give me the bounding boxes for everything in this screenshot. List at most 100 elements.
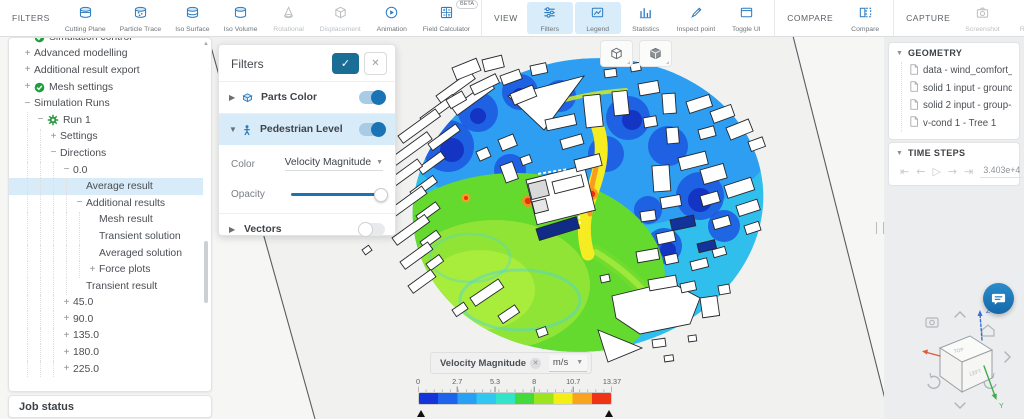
tool-animation[interactable]: Animation (369, 2, 415, 34)
remove-field-icon[interactable]: ✕ (530, 358, 541, 369)
tree-item-run-1[interactable]: −Run 1 (9, 112, 203, 129)
tree-item-simulation-control[interactable]: Simulation control (9, 37, 203, 46)
expand-icon[interactable]: + (60, 295, 73, 311)
chevron-right-icon[interactable]: ▶ (229, 93, 241, 102)
support-chat-button[interactable] (983, 283, 1014, 314)
tool-inspect-point[interactable]: Inspect point (671, 2, 722, 34)
tree-indent-guide (60, 212, 73, 229)
time-value-field[interactable]: 3.403e+4 (980, 165, 1023, 178)
tool-legend[interactable]: Legend (575, 2, 621, 34)
home-icon[interactable] (982, 325, 994, 336)
previous-step-button[interactable]: ← (916, 167, 925, 177)
tree-item-simulation-runs[interactable]: −Simulation Runs (9, 95, 203, 112)
collapse-icon[interactable]: − (34, 112, 47, 128)
close-filters-button[interactable]: ✕ (364, 52, 387, 75)
pedestrian-level-toggle[interactable] (359, 123, 385, 136)
geometry-item-data-wind-comfor[interactable]: data - wind_comfort_su... (909, 62, 1012, 80)
tool-screenshot[interactable]: Screenshot (959, 2, 1005, 34)
tilt-up-icon[interactable] (955, 312, 965, 317)
tree-item-0-0[interactable]: −0.0 (9, 162, 203, 179)
color-field-dropdown[interactable]: Velocity Magnitude ▼ (285, 157, 383, 171)
tree-item-transient-result[interactable]: Transient result (9, 278, 203, 295)
collapse-icon[interactable]: − (21, 96, 34, 112)
expand-icon[interactable]: + (21, 62, 34, 78)
vectors-toggle[interactable] (359, 223, 385, 236)
expand-icon[interactable]: + (21, 79, 34, 95)
tool-statistics[interactable]: Statistics (623, 2, 669, 34)
tree-item-directions[interactable]: −Directions (9, 145, 203, 162)
range-max-handle[interactable] (605, 410, 613, 417)
toolbar-section-label: CAPTURE (906, 13, 950, 23)
tool-cutting-plane[interactable]: Cutting Plane (59, 2, 112, 34)
tree-item-225-0[interactable]: +225.0 (9, 361, 203, 378)
play-button[interactable]: ▷ (932, 167, 940, 177)
tree-item-transient-solution[interactable]: Transient solution (9, 228, 203, 245)
tree-item-average-result[interactable]: Average result (9, 178, 203, 195)
geometry-panel-header[interactable]: ▼ GEOMETRY (896, 48, 1012, 58)
tool-filters[interactable]: Filters (527, 2, 573, 34)
chevron-right-icon[interactable]: ▶ (229, 225, 241, 234)
collapse-icon[interactable]: − (73, 195, 86, 211)
collapse-icon[interactable]: − (47, 145, 60, 161)
chevron-down-icon[interactable]: ▼ (229, 125, 241, 134)
tree-indent-guide (34, 245, 47, 262)
last-step-button[interactable]: ⇥ (964, 167, 973, 177)
tool-toggle-ui[interactable]: Toggle UI (723, 2, 769, 34)
filter-row-vectors[interactable]: ▶ Vectors (219, 213, 395, 245)
geometry-item-v-cond-1-tree-1[interactable]: v-cond 1 - Tree 1 (909, 115, 1012, 133)
toolbar-section-compare: COMPARECompare (774, 0, 893, 36)
job-status-bar[interactable]: Job status (8, 395, 212, 418)
solid-view-button[interactable] (639, 40, 672, 67)
opacity-slider[interactable] (291, 193, 383, 196)
expand-icon[interactable]: + (60, 328, 73, 344)
expand-icon[interactable]: + (60, 311, 73, 327)
tree-item-advanced-modelling[interactable]: +Advanced modelling (9, 46, 203, 63)
parts-color-toggle[interactable] (359, 91, 385, 104)
apply-filters-button[interactable]: ✓ (332, 53, 359, 74)
tool-rotational[interactable]: Rotational (266, 2, 312, 34)
camera-icon[interactable] (926, 318, 938, 327)
orientation-widget[interactable]: TOP LEFT Z Y (922, 300, 1022, 419)
tree-item-mesh-settings[interactable]: +Mesh settings (9, 79, 203, 96)
tree-item-90-0[interactable]: +90.0 (9, 311, 203, 328)
filter-row-pedestrian-level[interactable]: ▼ Pedestrian Level (219, 113, 395, 145)
expand-icon[interactable]: + (21, 46, 34, 62)
tree-item-mesh-result[interactable]: Mesh result (9, 212, 203, 229)
rotate-ccw-icon[interactable] (928, 373, 940, 388)
tree-item-135-0[interactable]: +135.0 (9, 328, 203, 345)
rotate-right-icon[interactable] (1005, 352, 1010, 362)
first-step-button[interactable]: ⇤ (900, 167, 909, 177)
tool-iso-surface[interactable]: Iso Surface (169, 2, 215, 34)
scroll-up-icon[interactable]: ▲ (203, 41, 209, 47)
expand-icon[interactable]: + (60, 345, 73, 361)
expand-icon[interactable]: + (86, 262, 99, 278)
tree-item-45-0[interactable]: +45.0 (9, 295, 203, 312)
geometry-item-solid-2-input-gr[interactable]: solid 2 input - group-all... (909, 97, 1012, 115)
tool-displacement[interactable]: Displacement (314, 2, 367, 34)
filter-row-parts-color[interactable]: ▶ Parts Color (219, 81, 395, 113)
tool-record[interactable]: BETARecord (1008, 2, 1024, 34)
expand-icon[interactable]: + (47, 129, 60, 145)
collapse-icon[interactable]: − (60, 162, 73, 178)
tree-item-averaged-solution[interactable]: Averaged solution (9, 245, 203, 262)
expand-icon[interactable]: + (60, 361, 73, 377)
tree-item-180-0[interactable]: +180.0 (9, 344, 203, 361)
tool-field-calculator[interactable]: BETAField Calculator (417, 2, 476, 34)
tilt-down-icon[interactable] (955, 403, 965, 408)
opacity-slider-knob[interactable] (374, 188, 388, 202)
tree-item-additional-result-export[interactable]: +Additional result export (9, 62, 203, 79)
next-step-button[interactable]: → (948, 167, 957, 177)
panel-resize-handle[interactable] (876, 222, 884, 234)
tool-particle-trace[interactable]: Particle Trace (114, 2, 168, 34)
unit-dropdown[interactable]: m/s ▼ (549, 355, 587, 372)
tree-item-force-plots[interactable]: +Force plots (9, 261, 203, 278)
time-steps-header[interactable]: ▼ TIME STEPS (896, 148, 1012, 158)
tree-item-settings[interactable]: +Settings (9, 129, 203, 146)
geometry-item-solid-1-input-gr[interactable]: solid 1 input - ground (909, 80, 1012, 98)
wireframe-view-button[interactable] (600, 40, 633, 67)
tree-scrollbar[interactable]: ▲ (202, 41, 209, 388)
tree-item-additional-results[interactable]: −Additional results (9, 195, 203, 212)
tool-compare[interactable]: Compare (842, 2, 888, 34)
range-min-handle[interactable] (417, 410, 425, 417)
tool-iso-volume[interactable]: Iso Volume (218, 2, 264, 34)
